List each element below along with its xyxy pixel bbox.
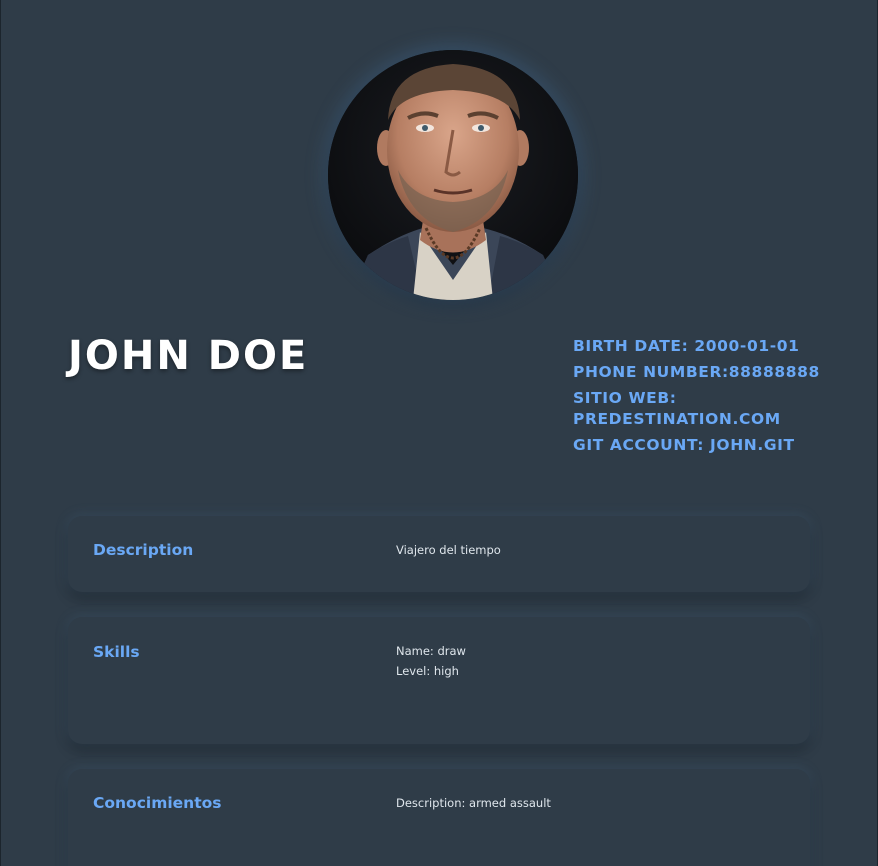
- phone-number: PHONE NUMBER:88888888: [573, 363, 820, 381]
- knowledge-body: Description: armed assault: [396, 793, 551, 813]
- skills-title: Skills: [93, 643, 140, 661]
- birth-date: BIRTH DATE: 2000-01-01: [573, 337, 800, 355]
- knowledge-title: Conocimientos: [93, 794, 222, 812]
- knowledge-card: Conocimientos Description: armed assault: [68, 769, 810, 866]
- profile-photo: [328, 50, 578, 300]
- contact-info: BIRTH DATE: 2000-01-01 PHONE NUMBER:8888…: [573, 336, 853, 461]
- skills-card: Skills Name: draw Level: high: [68, 617, 810, 744]
- skills-body: Name: draw Level: high: [396, 641, 466, 681]
- website-link[interactable]: SITIO WEB: PREDESTINATION.COM: [573, 388, 853, 430]
- description-text: Viajero del tiempo: [396, 543, 501, 557]
- person-portrait-icon: [328, 50, 578, 300]
- description-card: Description Viajero del tiempo: [68, 516, 810, 592]
- description-body: Viajero del tiempo: [396, 540, 501, 560]
- profile-name: JOHN DOE: [68, 333, 309, 379]
- skill-level: Level: high: [396, 664, 459, 678]
- description-title: Description: [93, 541, 194, 559]
- knowledge-description: Description: armed assault: [396, 796, 551, 810]
- page-edge-left: [0, 0, 1, 866]
- git-account-link[interactable]: GIT ACCOUNT: JOHN.GIT: [573, 435, 853, 456]
- skill-name: Name: draw: [396, 644, 466, 658]
